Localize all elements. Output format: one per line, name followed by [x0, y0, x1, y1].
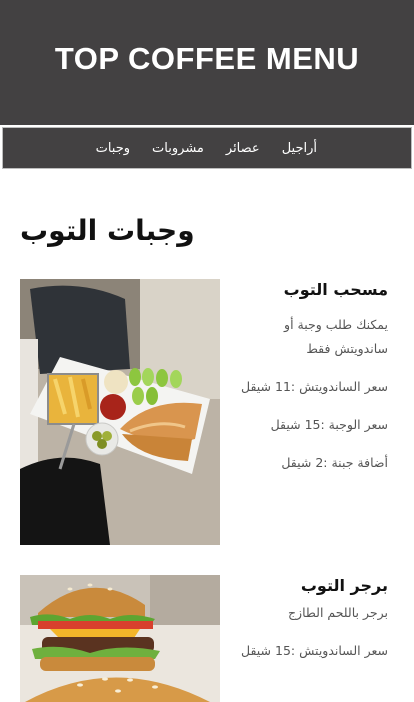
- item-description: يمكنك طلب وجبة أو ساندويتش فقط: [284, 317, 388, 356]
- menu-item-1: مسحب التوب يمكنك طلب وجبة أو ساندويتش فق…: [238, 280, 388, 489]
- site-title: TOP COFFEE MENU: [54, 40, 360, 76]
- site-header: TOP COFFEE MENU: [0, 0, 414, 125]
- nav-item-hookah[interactable]: أراجيل: [282, 141, 317, 156]
- item-description: برجر باللحم الطازج: [287, 605, 388, 620]
- item-name: مسحب التوب: [283, 280, 388, 299]
- burger-image: [20, 575, 220, 702]
- chicken-meal-image: [20, 279, 220, 545]
- nav-item-meals[interactable]: وجبات: [96, 141, 130, 156]
- sandwich-price: سعر الساندويتش :15 شيقل: [241, 643, 388, 658]
- nav-item-juices[interactable]: عصائر: [226, 141, 260, 156]
- item-name: برجر التوب: [300, 576, 388, 595]
- main-nav: أراجيل عصائر مشروبات وجبات: [2, 127, 412, 169]
- sandwich-price: سعر الساندويتش :11 شيقل: [241, 379, 388, 394]
- nav-item-drinks[interactable]: مشروبات: [152, 141, 204, 156]
- cheese-addon-price: أضافة جبنة :2 شيقل: [281, 455, 388, 470]
- menu-item-2: برجر التوب برجر باللحم الطازج سعر الساند…: [238, 576, 388, 677]
- section-title: وجبات التوب: [20, 214, 195, 247]
- meal-price: سعر الوجبة :15 شيقل: [270, 417, 388, 432]
